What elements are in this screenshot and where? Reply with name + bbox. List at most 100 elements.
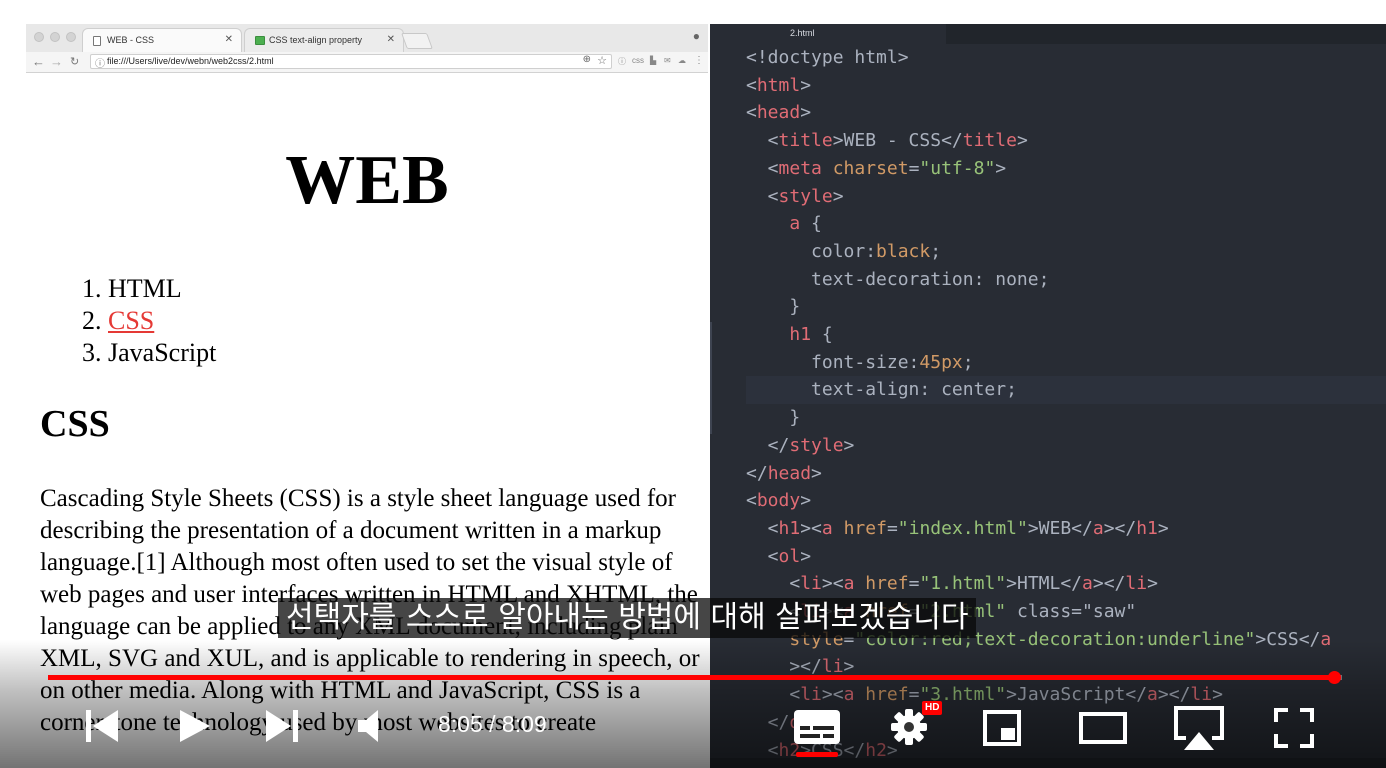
close-tab-icon[interactable]: ✕ [387,34,395,45]
code-line[interactable]: font-size:45px; [746,349,974,377]
code-line[interactable]: </style> [746,432,855,460]
code-token: ; [930,240,942,262]
back-icon[interactable]: ← [32,54,45,69]
code-line[interactable]: <ol> [746,543,811,571]
nav-link-css[interactable]: CSS [108,306,154,335]
editor-indent-guide [710,322,712,434]
list-item: 1. HTML [82,273,216,305]
editor-tab-active[interactable]: 2.html [710,24,946,44]
code-token: </ [746,434,790,456]
extension-info-icon[interactable]: ⓘ [618,56,626,67]
code-token: < [746,684,801,706]
screen: WEB - CSS ✕ CSS text-align property ✕ ● … [0,0,1386,768]
close-window-icon[interactable] [34,32,44,42]
reload-icon[interactable]: ↻ [70,55,79,68]
code-token: </ [746,462,768,484]
progress-bar[interactable] [48,671,1342,684]
code-token: black [876,240,931,262]
code-line[interactable]: <meta charset="utf-8"> [746,155,1006,183]
code-line[interactable]: } [746,293,800,321]
new-tab-button[interactable] [401,33,433,49]
browser-menu-icon[interactable]: ⋮ [694,55,704,66]
code-token: > [1212,684,1223,706]
close-tab-icon[interactable]: ✕ [225,34,233,45]
code-line[interactable]: </head> [746,460,822,488]
site-info-icon[interactable]: ⓘ [95,55,105,70]
browser-tab-active[interactable]: WEB - CSS ✕ [82,28,242,52]
subtitle-caption: 선택자를 스스로 알아내는 방법에 대해 살펴보겠습니다 [278,598,977,638]
code-line[interactable]: <title>WEB - CSS</title> [746,127,1028,155]
theater-mode-button[interactable] [1078,708,1128,753]
code-token: style [789,434,844,456]
code-token: li [1190,684,1213,706]
code-token: < [746,490,757,512]
browser-tab-bar: WEB - CSS ✕ CSS text-align property ✕ ● [26,24,708,53]
code-token: < [746,130,779,152]
airplay-icon [1174,706,1224,750]
code-token: ></ [1092,573,1126,595]
miniplayer-button[interactable] [982,708,1022,753]
nav-link-javascript[interactable]: JavaScript [108,338,216,367]
code-line[interactable]: <style> [746,183,844,211]
code-token: > [800,74,812,96]
code-token: a [843,684,855,706]
code-line[interactable]: } [746,404,800,432]
extension-css-icon[interactable]: css [632,56,644,65]
code-token: a [821,517,833,539]
code-line[interactable]: <head> [746,99,811,127]
maximize-window-icon[interactable] [66,32,76,42]
play-button[interactable] [176,706,212,751]
code-line[interactable]: <li><a href="1.html">HTML</a></li> [746,570,1158,598]
code-line[interactable]: a { [746,210,822,238]
code-token: body [756,490,801,512]
code-token: > [995,157,1007,179]
extension-mail-icon[interactable]: ✉ [664,56,671,65]
zoom-icon[interactable]: ⊕ [583,54,591,65]
minimize-window-icon[interactable] [50,32,60,42]
play-icon [180,710,210,742]
bookmark-star-icon[interactable]: ☆ [597,54,607,67]
code-token: text-decoration: none; [746,268,1050,290]
code-line[interactable]: <html> [746,72,811,100]
extension-cloud-icon[interactable]: ☁ [678,56,686,65]
previous-icon [86,710,118,742]
fullscreen-button[interactable] [1274,708,1314,753]
extension-chart-icon[interactable]: ▙ [650,56,656,65]
code-line[interactable]: text-decoration: none; [746,266,1049,294]
code-token: ; [962,351,974,373]
editor-status-bar [710,758,1386,768]
next-icon [266,710,298,742]
theater-icon [1079,712,1127,744]
code-token: >WEB</ [1027,517,1093,539]
url-field[interactable]: ⓘ file:///Users/live/dev/webn/web2css/2.… [90,54,612,70]
captions-button[interactable] [792,708,842,751]
code-token: <!doctype html> [746,47,909,68]
code-line[interactable]: <h1><a href="index.html">WEB</a></h1> [746,515,1169,543]
code-token: "utf-8" [919,157,996,179]
forward-icon[interactable]: → [50,54,63,69]
page-heading[interactable]: WEB [26,141,708,221]
airplay-button[interactable] [1172,704,1226,757]
list-number: 1. [82,274,102,303]
page-nav-list: 1. HTML 2. CSS 3. JavaScript [82,273,216,369]
code-line[interactable]: <li><a href="3.html">JavaScript</a></li> [746,681,1223,709]
tab-label: CSS text-align property [269,35,363,45]
w3schools-icon [255,36,265,45]
code-token: class="saw" [1006,601,1137,622]
code-line[interactable]: <!doctype html> [746,44,909,72]
time-display: 8:05 / 8:09 [438,711,547,737]
volume-button[interactable] [356,706,386,751]
profile-icon[interactable]: ● [693,29,700,43]
nav-link-html[interactable]: HTML [108,274,182,303]
code-line[interactable]: h1 { [746,321,832,349]
browser-tab[interactable]: CSS text-align property ✕ [244,28,404,52]
code-line[interactable]: color:black; [746,238,941,266]
previous-button[interactable] [84,706,120,751]
code-token: ></ [1157,684,1191,706]
code-line[interactable]: <body> [746,487,811,515]
next-button[interactable] [264,706,300,751]
code-token: a [789,213,801,235]
code-token: < [746,573,801,595]
code-token: </ [746,711,790,733]
code-line[interactable]: text-align: center; [746,376,1386,405]
